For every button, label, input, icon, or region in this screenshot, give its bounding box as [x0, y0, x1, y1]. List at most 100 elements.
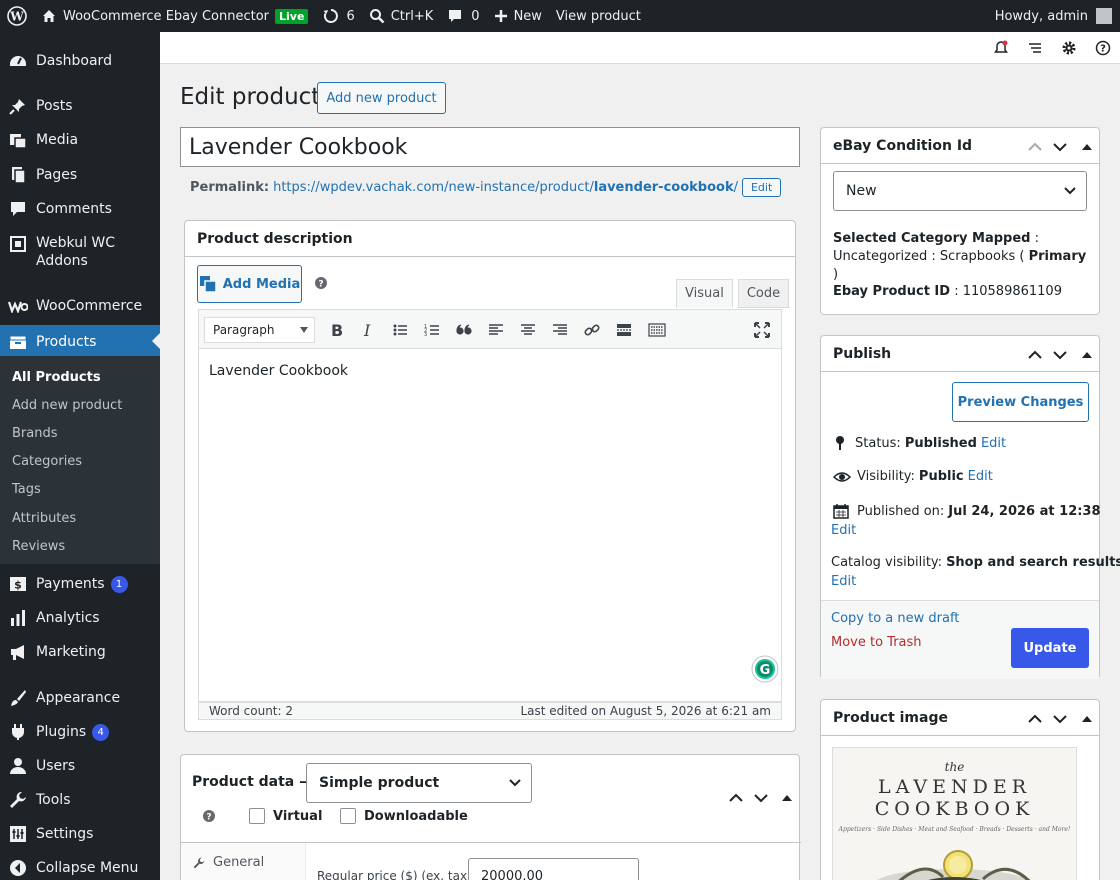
move-up-icon[interactable] [1028, 350, 1042, 360]
help-icon[interactable]: ? [1095, 40, 1111, 56]
move-up-icon[interactable] [729, 793, 743, 803]
align-center-icon[interactable] [520, 322, 536, 338]
account-menu[interactable]: Howdy, admin [988, 0, 1120, 32]
submenu-tags[interactable]: Tags [12, 482, 41, 497]
sidebar-item-dashboard[interactable]: Dashboard [0, 50, 160, 72]
wrench-icon [8, 790, 28, 810]
move-down-icon[interactable] [1053, 142, 1067, 152]
updates-count: 6 [346, 8, 355, 24]
help-icon[interactable]: ? [315, 277, 327, 289]
downloadable-checkbox-row[interactable]: Downloadable [340, 808, 468, 824]
bold-icon[interactable]: B [328, 322, 344, 338]
preview-changes-button[interactable]: Preview Changes [952, 382, 1089, 422]
sidebar-item-marketing[interactable]: Marketing [0, 641, 160, 663]
sidebar-item-tools[interactable]: Tools [0, 789, 160, 811]
submenu-attributes[interactable]: Attributes [12, 511, 76, 526]
submenu-reviews[interactable]: Reviews [12, 539, 65, 554]
permalink-link[interactable]: https://wpdev.vachak.com/new-instance/pr… [273, 180, 738, 195]
add-media-button[interactable]: Add Media [197, 265, 302, 303]
move-down-icon[interactable] [1053, 350, 1067, 360]
move-up-icon[interactable] [1028, 142, 1042, 152]
analytics-icon [8, 608, 28, 628]
sidebar-item-plugins[interactable]: Plugins 4 [0, 721, 160, 743]
comments-link[interactable]: 0 [440, 0, 486, 32]
help-icon[interactable]: ? [203, 810, 215, 822]
svg-text:B: B [331, 322, 343, 338]
sidebar-item-users[interactable]: Users [0, 755, 160, 777]
catalog-edit-link[interactable]: Edit [831, 574, 856, 589]
sidebar-item-woocommerce[interactable]: WooCommerce [0, 295, 160, 317]
toggle-panel-icon[interactable] [1082, 715, 1092, 723]
sidebar-label-line2: Addons [36, 253, 88, 269]
sidebar-label: Webkul WC [36, 235, 116, 251]
align-right-icon[interactable] [552, 322, 568, 338]
read-more-icon[interactable] [616, 322, 632, 338]
submenu-all-products[interactable]: All Products [12, 370, 101, 385]
toolbar-toggle-icon[interactable] [648, 322, 666, 338]
sidebar-item-comments[interactable]: Comments [0, 198, 160, 220]
site-name-link[interactable]: WooCommerce Ebay Connector Live [34, 0, 315, 32]
update-button[interactable]: Update [1011, 628, 1089, 668]
sidebar-item-pages[interactable]: Pages [0, 164, 160, 186]
editor-content-area[interactable]: Lavender Cookbook G [198, 349, 782, 702]
virtual-checkbox[interactable] [249, 808, 265, 824]
bullet-list-icon[interactable] [392, 322, 408, 338]
sidebar-item-settings[interactable]: Settings [0, 823, 160, 845]
sidebar-item-analytics[interactable]: Analytics [0, 607, 160, 629]
product-data-heading: Product data — [192, 774, 314, 790]
fullscreen-icon[interactable] [754, 322, 770, 338]
list-icon[interactable] [1027, 40, 1043, 56]
toggle-panel-icon[interactable] [1082, 143, 1092, 151]
toggle-panel-icon[interactable] [782, 794, 792, 802]
move-to-trash-link[interactable]: Move to Trash [831, 635, 922, 650]
toggle-panel-icon[interactable] [1082, 351, 1092, 359]
move-up-icon[interactable] [1028, 714, 1042, 724]
tab-general[interactable]: General [193, 855, 264, 870]
collapse-menu-button[interactable]: Collapse Menu [0, 857, 160, 879]
editor-status-bar: Word count: 2 Last edited on August 5, 2… [198, 702, 782, 720]
search-link[interactable]: Ctrl+K [362, 0, 441, 32]
paragraph-format-select[interactable]: Paragraph [204, 317, 315, 343]
sidebar-item-media[interactable]: Media [0, 129, 160, 151]
sidebar-item-posts[interactable]: Posts [0, 95, 160, 117]
blockquote-icon[interactable] [456, 322, 472, 338]
numbered-list-icon[interactable]: 123 [424, 322, 440, 338]
tab-code[interactable]: Code [737, 279, 790, 308]
virtual-checkbox-row[interactable]: Virtual [249, 808, 322, 824]
bell-icon[interactable] [993, 40, 1009, 56]
move-down-icon[interactable] [1053, 714, 1067, 724]
tab-visual[interactable]: Visual [676, 279, 733, 308]
italic-icon[interactable]: I [360, 322, 376, 338]
downloadable-checkbox[interactable] [340, 808, 356, 824]
sidebar-item-appearance[interactable]: Appearance [0, 687, 160, 709]
gear-icon[interactable] [1061, 40, 1077, 56]
sidebar-label: Settings [36, 826, 94, 842]
new-link[interactable]: New [487, 0, 549, 32]
align-left-icon[interactable] [488, 322, 504, 338]
product-type-select[interactable]: Simple product [306, 763, 532, 803]
visibility-edit-link[interactable]: Edit [968, 469, 993, 484]
product-title-input[interactable]: Lavender Cookbook [180, 127, 800, 167]
permalink-edit-button[interactable]: Edit [741, 178, 782, 197]
regular-price-input[interactable]: 20000.00 [468, 858, 639, 880]
grammarly-icon[interactable]: G [751, 655, 779, 683]
move-down-icon[interactable] [754, 793, 768, 803]
ebay-condition-select[interactable]: New [833, 171, 1087, 211]
status-edit-link[interactable]: Edit [981, 436, 1006, 451]
sidebar-item-payments[interactable]: $ Payments 1 [0, 573, 160, 595]
sidebar-item-products[interactable]: Products [0, 325, 160, 359]
updates-link[interactable]: 6 [315, 0, 361, 32]
settings-icon [8, 824, 28, 844]
copy-to-draft-link[interactable]: Copy to a new draft [831, 611, 959, 626]
add-new-product-button[interactable]: Add new product [317, 82, 446, 114]
published-edit-link[interactable]: Edit [831, 523, 856, 538]
product-image-thumbnail[interactable]: the LAVENDER COOKBOOK Appetizers · Side … [832, 747, 1077, 880]
submenu-categories[interactable]: Categories [12, 454, 82, 469]
submenu-brands[interactable]: Brands [12, 426, 58, 441]
wordpress-logo-icon[interactable]: W [0, 0, 34, 32]
submenu-add-new[interactable]: Add new product [12, 398, 122, 413]
link-icon[interactable] [584, 322, 600, 338]
view-product-link[interactable]: View product [549, 0, 648, 32]
sidebar-item-webkul[interactable]: Webkul WC Addons [0, 234, 160, 270]
site-name: WooCommerce Ebay Connector [63, 8, 270, 24]
